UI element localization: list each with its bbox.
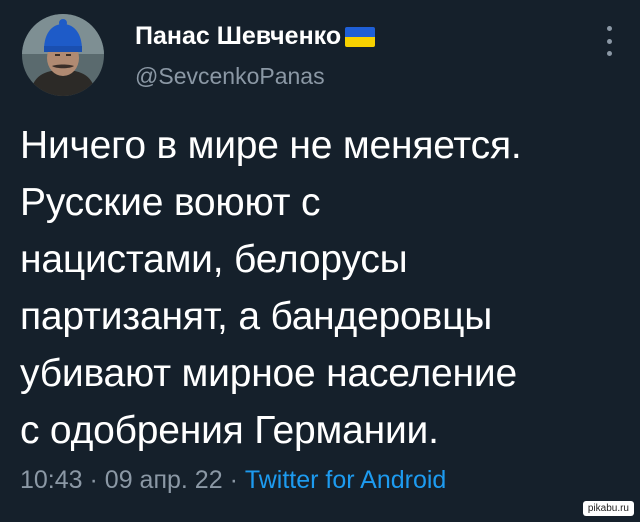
more-vertical-icon[interactable] [602,26,616,56]
author-display-name[interactable]: Панас Шевченко [135,22,376,51]
tweet-source-link[interactable]: Twitter for Android [245,466,446,494]
meta-separator: · [229,466,245,494]
more-dot [606,51,612,56]
flag-bottom-stripe [345,36,376,47]
author-name-text: Панас Шевченко [135,22,342,50]
avatar-image [22,14,104,96]
more-dot [606,38,612,44]
ukraine-flag-icon [345,26,376,47]
tweet-date[interactable]: 09 апр. 22 [105,466,223,494]
avatar[interactable] [22,14,104,96]
tweet-meta: 10:43 · 09 апр. 22 · Twitter for Android [20,466,446,495]
more-dot [606,26,612,31]
tweet-text: Ничего в мире не меняется. Русские воюют… [20,124,522,452]
tweet-time[interactable]: 10:43 [20,466,83,494]
author-handle[interactable]: @SevcenkoPanas [135,63,325,90]
meta-separator: · [89,466,105,494]
flag-top-stripe [345,26,376,37]
watermark: pikabu.ru [582,501,634,516]
